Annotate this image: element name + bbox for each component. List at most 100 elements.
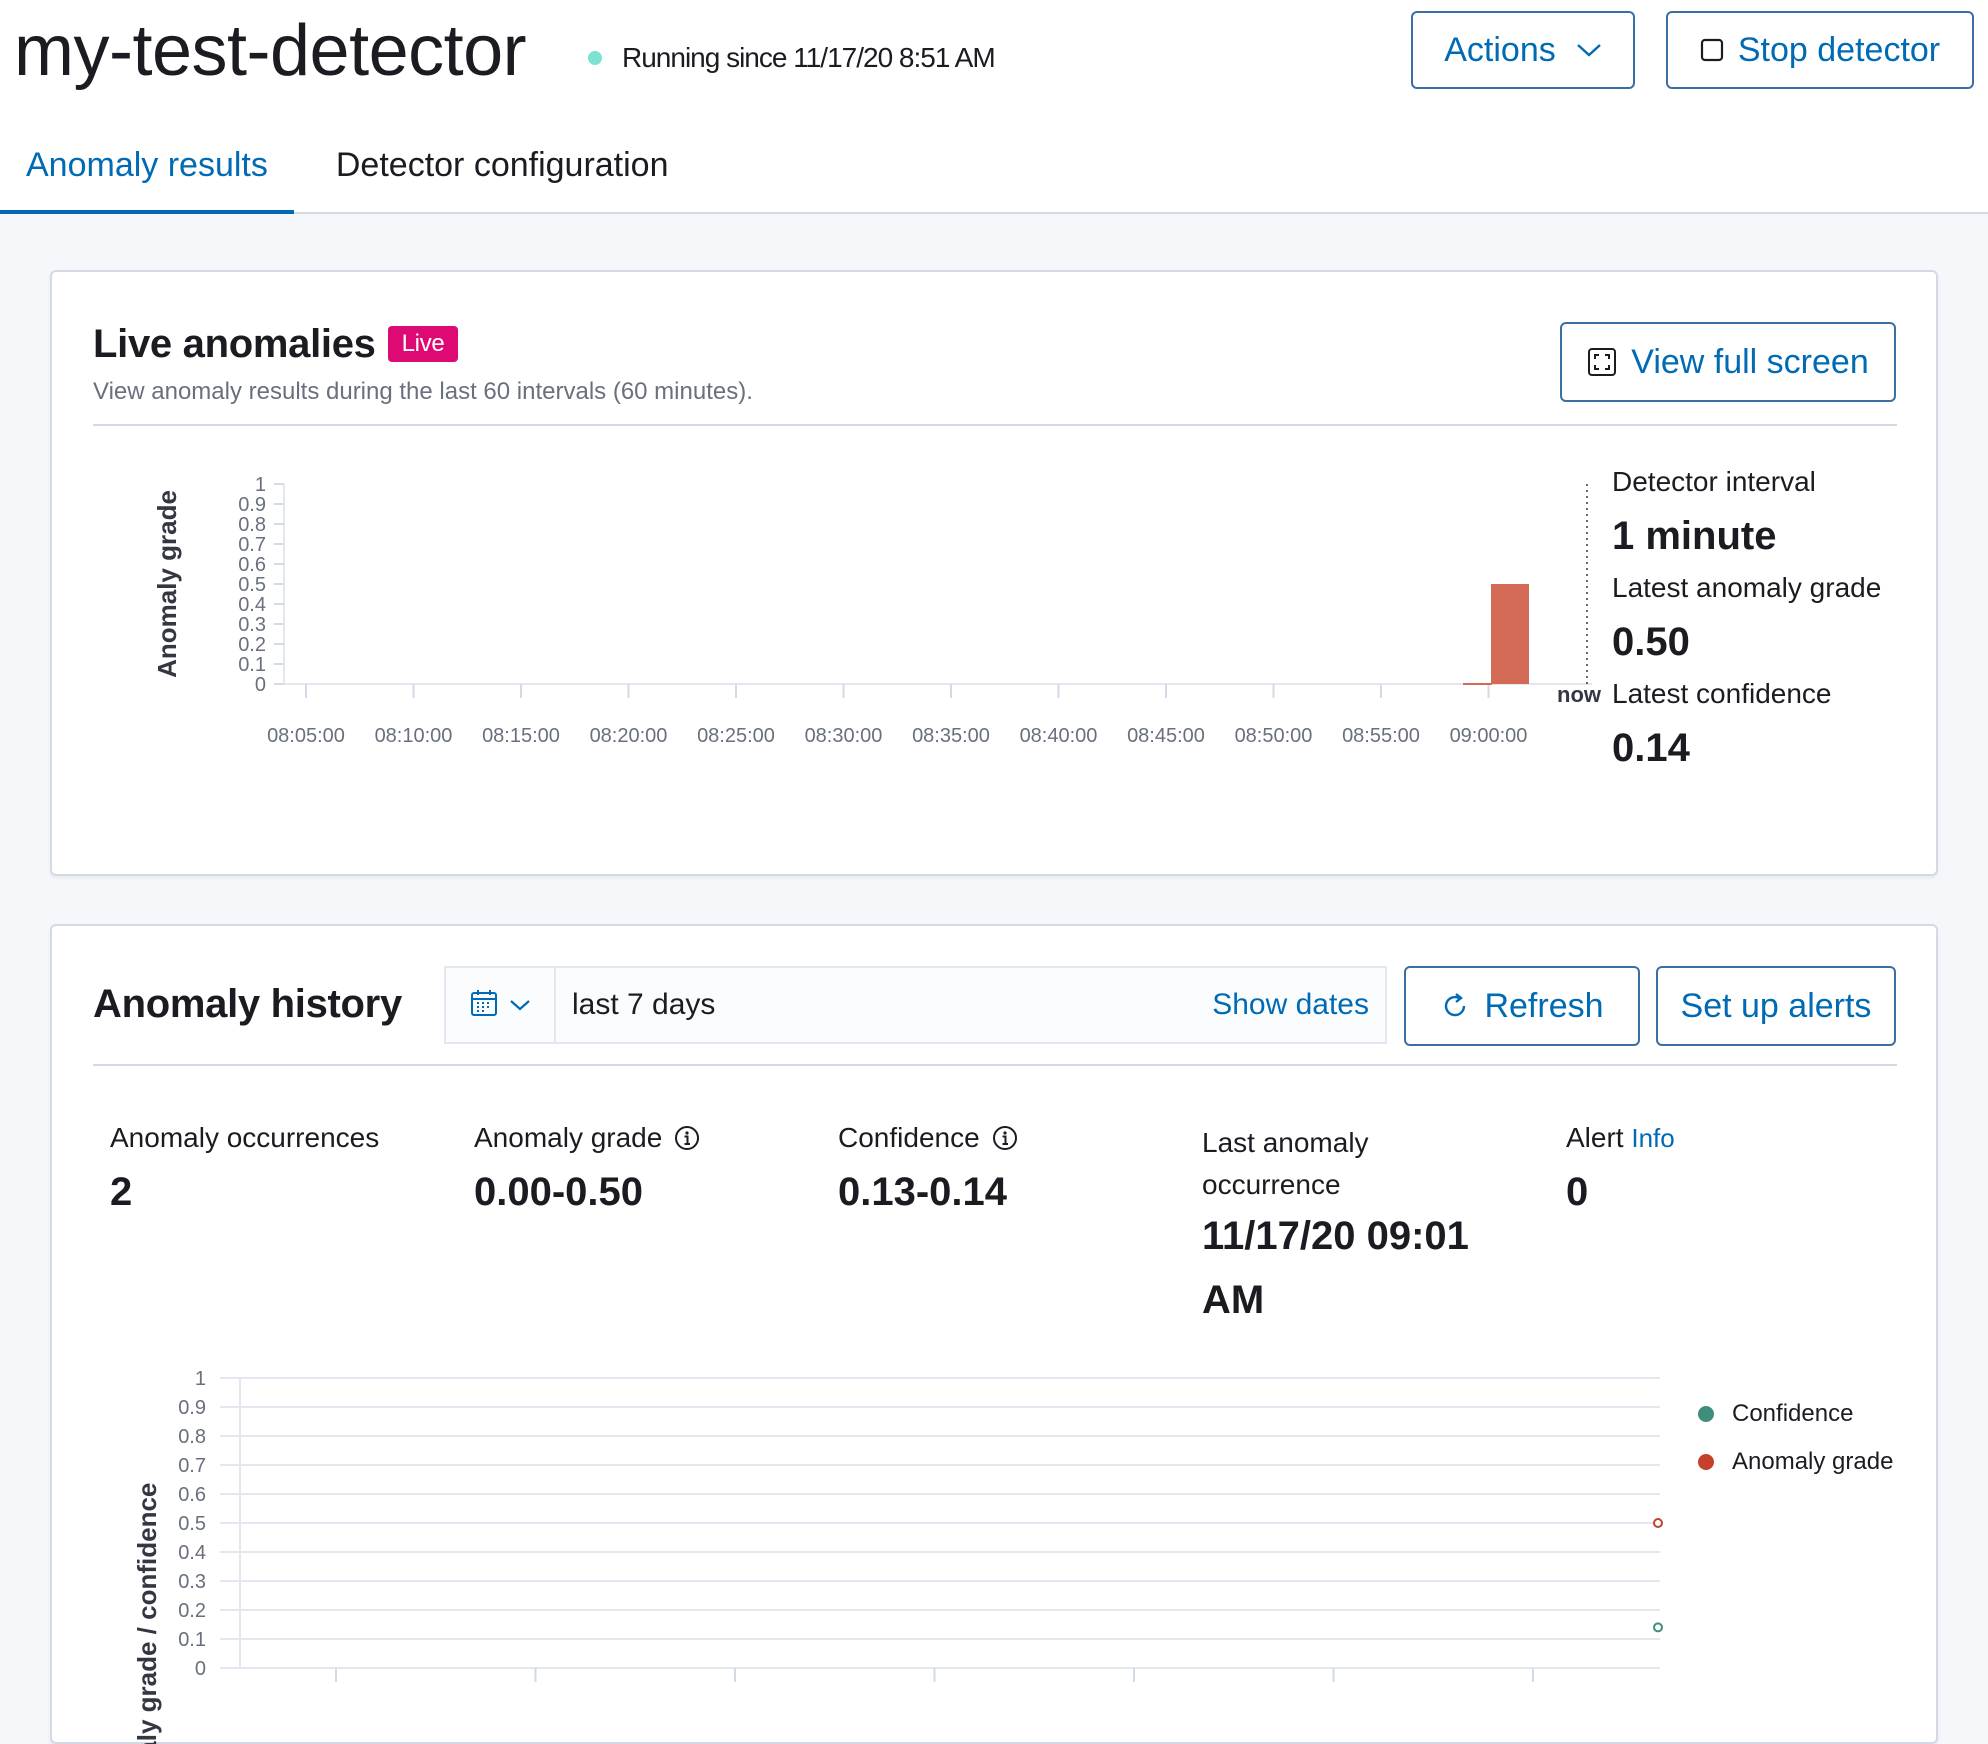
latest-confidence-label: Latest confidence [1612,678,1832,709]
confidence-label: Confidence [838,1122,980,1153]
anomaly-grade-value: 0.00-0.50 [474,1170,644,1214]
anomaly-occurrences-label: Anomaly occurrences [110,1122,380,1153]
x-tick-label: 08:45:00 [1127,725,1205,747]
y-tick-label: 0.3 [238,614,266,636]
data-point-confidence [1653,1622,1663,1633]
anomaly-history-chart: 1 0.9 0.8 0.7 0.6 0.5 0.4 0.3 0.2 0.1 0 Anomaly gra… [132,1368,1663,1744]
anomaly-grade-label: Anomaly grade [474,1122,663,1153]
y-axis-title: Anomaly grade [152,490,182,678]
y-tick-label: 0.9 [238,494,266,516]
stop-square-icon [1700,38,1724,62]
x-tick-label: 08:15:00 [482,725,560,747]
set-up-alerts-button[interactable]: Set up alerts [1656,966,1896,1046]
refresh-label: Refresh [1484,986,1604,1025]
x-tick-label: 08:40:00 [1020,725,1098,747]
info-circle-icon[interactable] [674,1125,700,1151]
alert-stat: Alert Info [1566,1122,1675,1154]
x-tick-label: 08:55:00 [1342,725,1420,747]
data-point-anomaly-grade [1653,1518,1663,1528]
legend-label-anomaly-grade: Anomaly grade [1732,1448,1894,1475]
anomaly-bar [1491,584,1529,684]
x-tick-label: 08:20:00 [590,725,668,747]
y-tick-label: 0.8 [178,1426,206,1448]
y-tick-label: 0.7 [238,534,266,556]
alert-info-link[interactable]: Info [1631,1123,1674,1153]
date-range-picker[interactable]: last 7 days Show dates [444,966,1387,1044]
divider [93,1064,1897,1066]
anomaly-grade-stat: Anomaly grade [474,1122,700,1154]
info-circle-icon[interactable] [992,1125,1018,1151]
anomaly-history-panel: Anomaly history last 7 days Show dates R… [50,924,1938,1744]
refresh-button[interactable]: Refresh [1404,966,1640,1046]
show-dates-link[interactable]: Show dates [1212,988,1369,1022]
tab-detector-configuration[interactable]: Detector configuration [310,130,695,210]
legend-item-anomaly-grade[interactable]: Anomaly grade [1698,1448,1893,1476]
tab-bar: Anomaly results Detector configuration [0,130,695,214]
y-tick-label: 0.5 [238,574,266,596]
y-tick-label: 0.2 [238,634,266,656]
x-tick-label: 08:25:00 [697,725,775,747]
actions-label: Actions [1444,30,1556,69]
view-full-screen-button[interactable]: View full screen [1560,322,1896,402]
y-tick-label: 0 [195,1658,206,1680]
stop-detector-button[interactable]: Stop detector [1666,11,1974,89]
now-marker-label: now [1557,682,1602,707]
page-title: my-test-detector [14,11,527,91]
confidence-value: 0.13-0.14 [838,1170,1008,1214]
view-full-screen-label: View full screen [1631,342,1869,381]
y-tick-label: 0.1 [178,1629,206,1651]
latest-anomaly-grade-value: 0.50 [1612,620,1690,664]
confidence-stat: Confidence [838,1122,1018,1154]
y-tick-label: 0.2 [178,1600,206,1622]
alert-value: 0 [1566,1170,1589,1214]
status-text: Running since 11/17/20 8:51 AM [622,42,996,73]
legend-dot-confidence [1698,1406,1714,1422]
chevron-down-icon [509,998,531,1012]
x-tick-label: 08:50:00 [1235,725,1313,747]
y-tick-label: 0 [255,674,266,696]
y-tick-label: 0.1 [238,654,266,676]
y-tick-label: 0.6 [238,554,266,576]
live-anomalies-subtitle: View anomaly results during the last 60 … [93,378,753,405]
fullscreen-icon [1587,347,1617,377]
actions-button[interactable]: Actions [1411,11,1635,89]
chevron-down-icon [1576,42,1602,58]
detector-interval-label: Detector interval [1612,466,1816,497]
quick-select-button[interactable] [446,968,556,1042]
y-tick-label: 0.9 [178,1397,206,1419]
x-tick-label: 08:35:00 [912,725,990,747]
legend-dot-anomaly-grade [1698,1454,1714,1470]
alert-label: Alert [1566,1122,1624,1153]
last-anomaly-occurrence-value: 11/17/20 09:01 AM [1202,1214,1469,1322]
tab-anomaly-results[interactable]: Anomaly results [0,130,294,214]
top-bar: my-test-detector Running since 11/17/20 … [0,0,1988,214]
legend-item-confidence[interactable]: Confidence [1698,1400,1893,1428]
y-tick-label: 0.4 [238,594,266,616]
last-anomaly-occurrence-label: Last anomaly occurrence [1202,1127,1369,1200]
refresh-icon [1440,991,1470,1021]
date-range-text[interactable]: last 7 days [572,988,1212,1022]
live-badge: Live [387,326,459,362]
y-tick-label: 0.3 [178,1571,206,1593]
calendar-icon [469,988,499,1023]
y-tick-label: 0.4 [178,1542,206,1564]
live-anomalies-chart: 10.90.80.70.60.50.40.30.20.10 Anomaly gra… [152,474,1602,747]
set-up-alerts-label: Set up alerts [1680,986,1872,1025]
x-tick-label: 08:10:00 [375,725,453,747]
y-tick-label: 1 [195,1368,206,1390]
x-tick-label: 09:00:00 [1450,725,1528,747]
stop-detector-label: Stop detector [1737,30,1941,69]
running-status-dot [588,51,602,65]
x-tick-label: 08:05:00 [267,725,345,747]
latest-anomaly-grade-label: Latest anomaly grade [1612,572,1882,603]
y-tick-label: 0.6 [178,1484,206,1506]
y-tick-label: 0.5 [178,1513,206,1535]
legend-label-confidence: Confidence [1732,1400,1854,1427]
y-tick-label: 1 [255,474,266,496]
anomaly-history-title: Anomaly history [93,982,402,1026]
latest-confidence-value: 0.14 [1612,726,1690,770]
y-axis-title: Anomaly grade / confidence [132,1483,162,1744]
live-anomalies-title: Live anomalies Live [93,322,459,367]
divider [93,424,1897,426]
live-anomalies-heading: Live anomalies [93,322,376,366]
